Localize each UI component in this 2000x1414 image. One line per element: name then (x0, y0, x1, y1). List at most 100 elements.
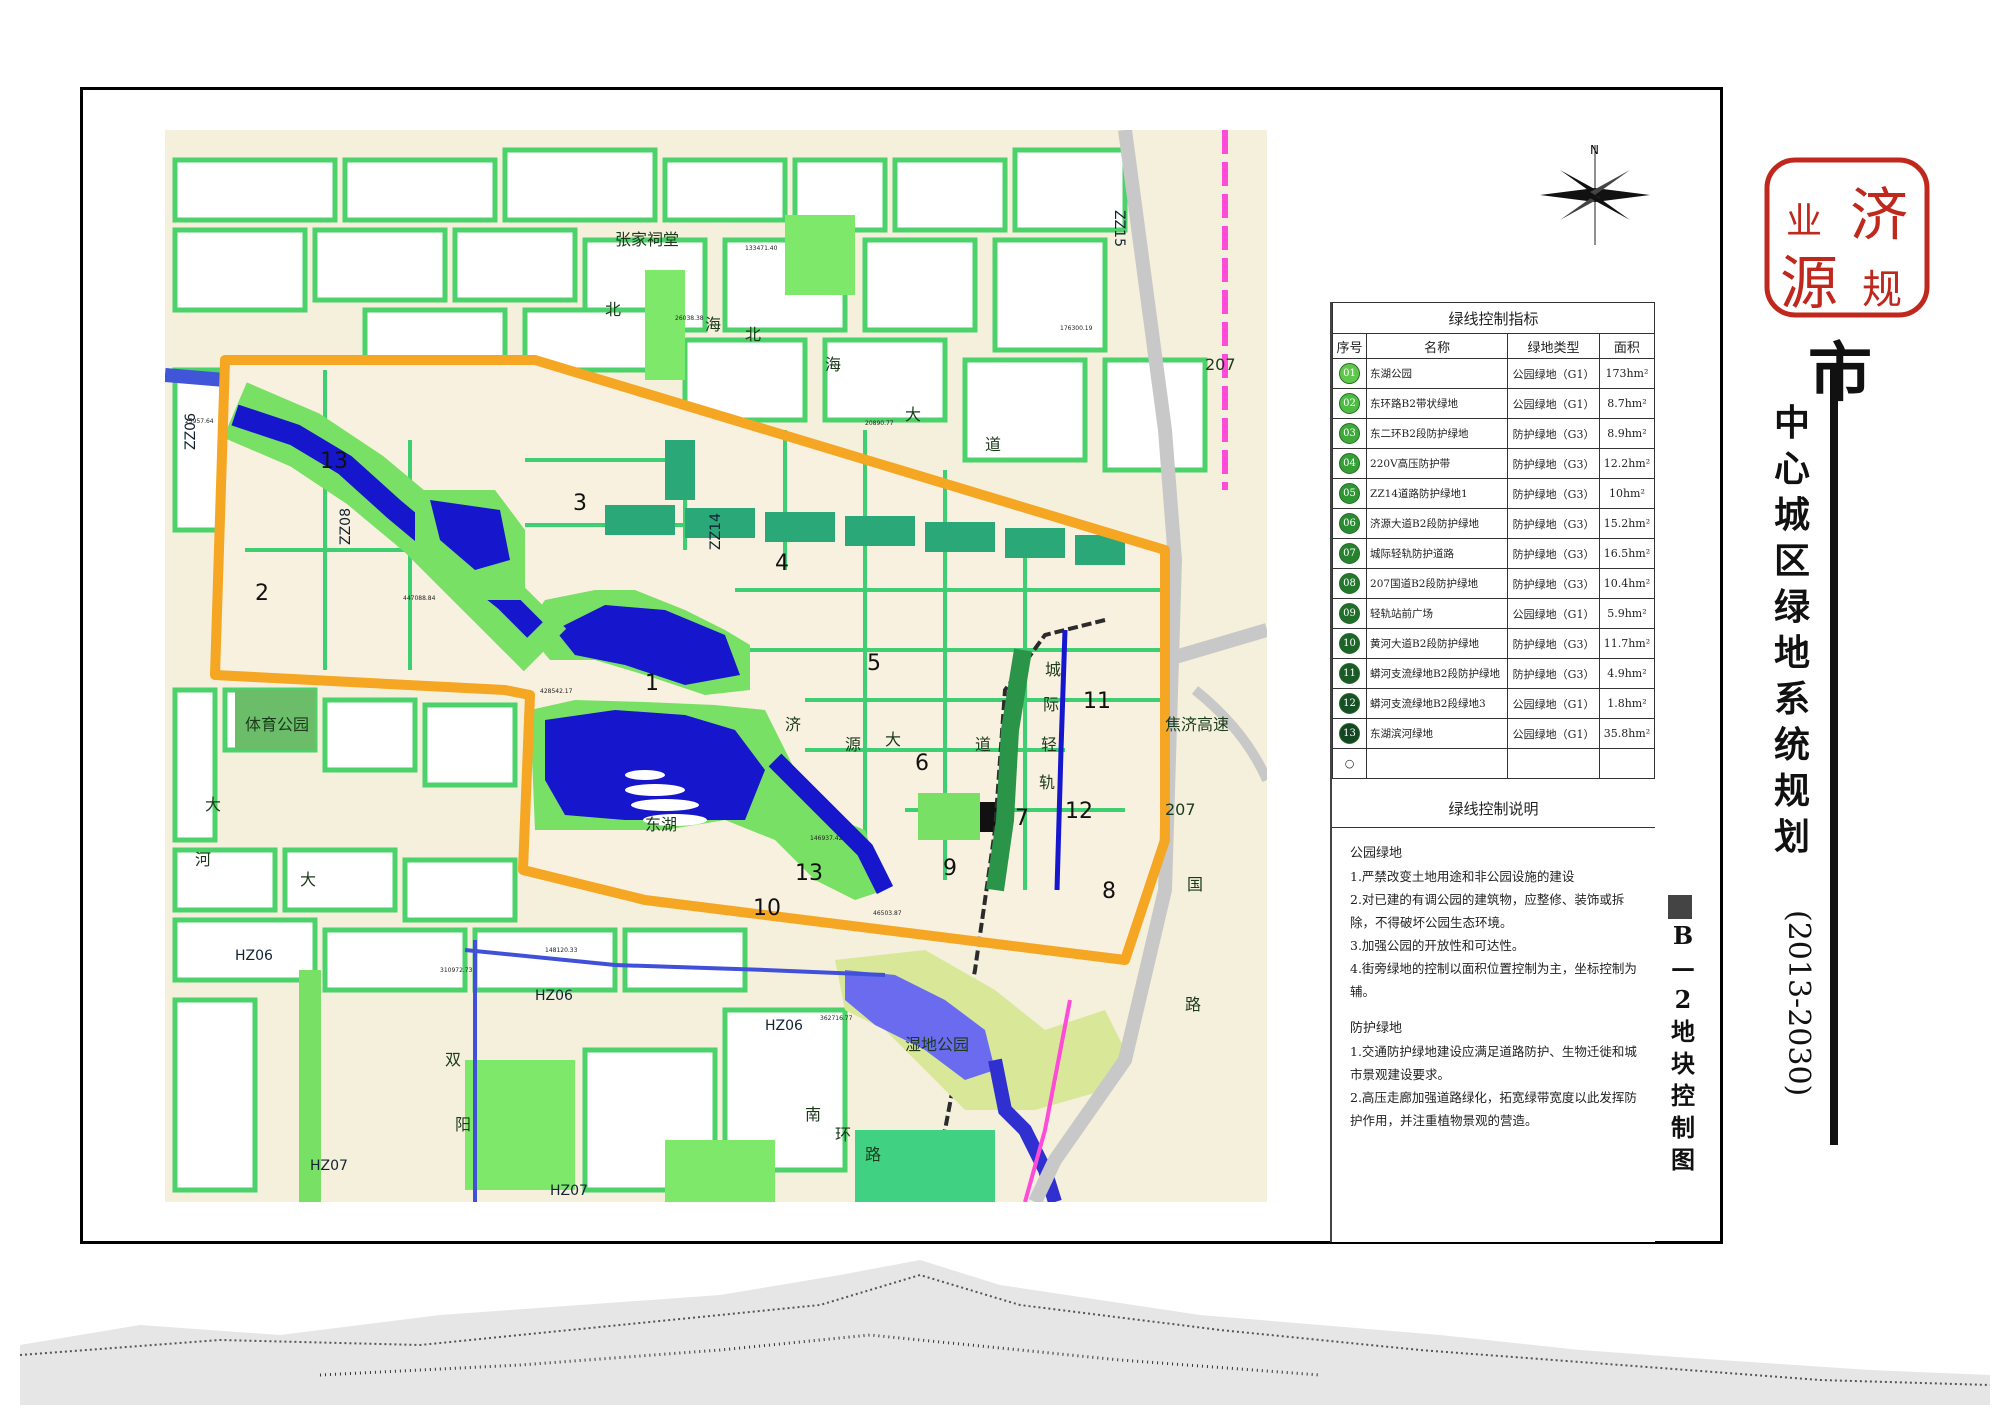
road-code-2: HZ06 (535, 988, 573, 1004)
row-name: 东湖公园 (1366, 358, 1509, 389)
road-char: 路 (865, 1145, 881, 1164)
plot-num-3: 3 (573, 491, 587, 516)
label-sports-park: 体育公园 (245, 715, 309, 734)
plot-num-4: 4 (775, 551, 789, 576)
green-south-c (855, 1130, 995, 1202)
sheet-code: B—2地块控制图 (1671, 921, 1695, 1174)
road-code-1: HZ06 (235, 948, 273, 964)
road-char: 国 (1187, 875, 1203, 894)
area-value: 133471.40 (745, 245, 778, 252)
plot-num-11: 11 (1083, 689, 1111, 714)
park-note: 4.街旁绿地的控制以面积位置控制为主，坐标控制为辅。 (1350, 961, 1637, 999)
road-char: 源 (845, 735, 861, 754)
row-no-dot: 13 (1339, 723, 1361, 744)
road-char: 道 (985, 435, 1001, 454)
area-value: 148120.33 (545, 947, 578, 954)
notes-section: 绿线控制说明 公园绿地 1.严禁改变土地用途和非公园设施的建设 2.对已建的有调… (1332, 786, 1655, 1132)
road-char: 大 (885, 730, 901, 749)
compass: N (1530, 140, 1660, 250)
table-row: 10 黄河大道B2段防护绿地 防护绿地（G3） 11.7hm² (1331, 628, 1656, 659)
table-row: 05 ZZ14道路防护绿地1 防护绿地（G3） 10hm² (1331, 478, 1656, 509)
table-row: 04 220V高压防护带 防护绿地（G3） 12.2hm² (1331, 448, 1656, 479)
row-area: 16.5hm² (1598, 538, 1656, 569)
row-type: 防护绿地（G3） (1507, 538, 1600, 569)
seal-char-3: 规 (1862, 267, 1902, 313)
row-area: 10.4hm² (1598, 568, 1656, 599)
label-wetland: 湿地公园 (905, 1035, 969, 1054)
seal-char-4: 业 (1786, 201, 1822, 242)
sheet-marker (1668, 895, 1692, 919)
plot-9 (918, 793, 980, 840)
seal-char-1: 济 (1850, 181, 1908, 249)
green-south-a (465, 1060, 575, 1190)
label-g207-a: 207 (1205, 355, 1236, 374)
row-name: 济源大道B2段防护绿地 (1366, 508, 1509, 539)
row-area: 15.2hm² (1598, 508, 1656, 539)
row-area: 11.7hm² (1598, 628, 1656, 659)
road-char: 北 (745, 325, 761, 344)
row-type: 公园绿地（G1） (1507, 388, 1600, 419)
row-no-dot: 02 (1339, 393, 1361, 414)
park-notes-title: 公园绿地 (1350, 846, 1403, 861)
row-area: 10hm² (1598, 478, 1656, 509)
road-char: 环 (835, 1125, 851, 1144)
row-no-dot: 01 (1339, 363, 1361, 384)
road-char: 大 (905, 405, 921, 424)
row-area: 8.9hm² (1598, 418, 1656, 449)
row-no: 12 (1331, 688, 1368, 719)
vertical-years: (2013-2030) (1781, 910, 1816, 1097)
row-no-dot: 03 (1339, 423, 1361, 444)
row-no-dot: 06 (1339, 513, 1361, 534)
title-big-char: 市 (1808, 336, 1872, 411)
area-value: 362716.77 (820, 1015, 853, 1022)
plot-num-13b: 13 (795, 861, 823, 886)
area-value: 20890.77 (865, 420, 894, 427)
row-area: 12.2hm² (1598, 448, 1656, 479)
park-note: 2.对已建的有调公园的建筑物，应整修、装饰或拆除，不得破坏公园生态环境。 (1350, 892, 1625, 930)
plot-num-12: 12 (1065, 799, 1093, 824)
plot-num-5: 5 (867, 651, 881, 676)
row-type: 公园绿地（G1） (1507, 718, 1600, 749)
row-area: 35.8hm² (1598, 718, 1656, 749)
road-char: 路 (1185, 995, 1201, 1014)
road-code-6: ZZ14 (708, 513, 724, 550)
row-name: ZZ14道路防护绿地1 (1366, 478, 1509, 509)
row-type: 防护绿地（G3） (1507, 628, 1600, 659)
row-no-dot: 11 (1339, 663, 1361, 684)
road-code-5: HZ07 (550, 1183, 588, 1199)
road-char: 城 (1045, 660, 1061, 679)
row-name: 城际轻轨防护道路 (1366, 538, 1509, 569)
protect-note: 2.高压走廊加强道路绿化，拓宽绿带宽度以此发挥防护作用，并注重植物景观的营造。 (1350, 1090, 1637, 1128)
road-char: 河 (195, 850, 211, 869)
row-name: 蟒河支流绿地B2段绿地3 (1366, 688, 1509, 719)
table-row: 12 蟒河支流绿地B2段绿地3 公园绿地（G1） 1.8hm² (1331, 688, 1656, 719)
label-zhangjia: 张家祠堂 (615, 230, 679, 249)
col-type: 绿地类型 (1507, 333, 1600, 359)
plot-num-10: 10 (753, 896, 781, 921)
vertical-title: 中心城区绿地系统规划 (1773, 402, 1810, 858)
plot-num-9: 9 (943, 856, 957, 881)
table-caption: 绿线控制指标 (1332, 302, 1655, 334)
row-no-dot: 07 (1339, 543, 1361, 564)
notes-caption: 绿线控制说明 (1332, 786, 1655, 828)
row-name: 207国道B2段防护绿地 (1366, 568, 1509, 599)
row-no-dot: 08 (1339, 573, 1361, 594)
row-type: 防护绿地（G3） (1507, 448, 1600, 479)
road-code-3: HZ06 (765, 1018, 803, 1034)
row-type: 公园绿地（G1） (1507, 598, 1600, 629)
plot-num-1: 1 (645, 671, 659, 696)
area-value: 428542.17 (540, 688, 573, 695)
row-no: 11 (1331, 658, 1368, 689)
table-row: 13 东湖滨河绿地 公园绿地（G1） 35.8hm² (1331, 718, 1656, 749)
plot-num-2: 2 (255, 581, 269, 606)
row-name: 蟒河支流绿地B2段防护绿地 (1366, 658, 1509, 689)
row-type: 防护绿地（G3） (1507, 568, 1600, 599)
row-no: 07 (1331, 538, 1368, 569)
protect-notes-title: 防护绿地 (1350, 1021, 1403, 1036)
legend-panel: 绿线控制指标 序号 名称 绿地类型 面积 01 东湖公园 公园绿地（G1） 173hm… (1330, 302, 1656, 1242)
table-row-empty: ○ (1331, 748, 1656, 779)
road-code-8: ZZ08 (338, 508, 354, 545)
table-row: 03 东二环B2段防护绿地 防护绿地（G3） 8.9hm² (1331, 418, 1656, 449)
row-no-dot: 12 (1339, 693, 1361, 714)
row-area: 173hm² (1598, 358, 1656, 389)
